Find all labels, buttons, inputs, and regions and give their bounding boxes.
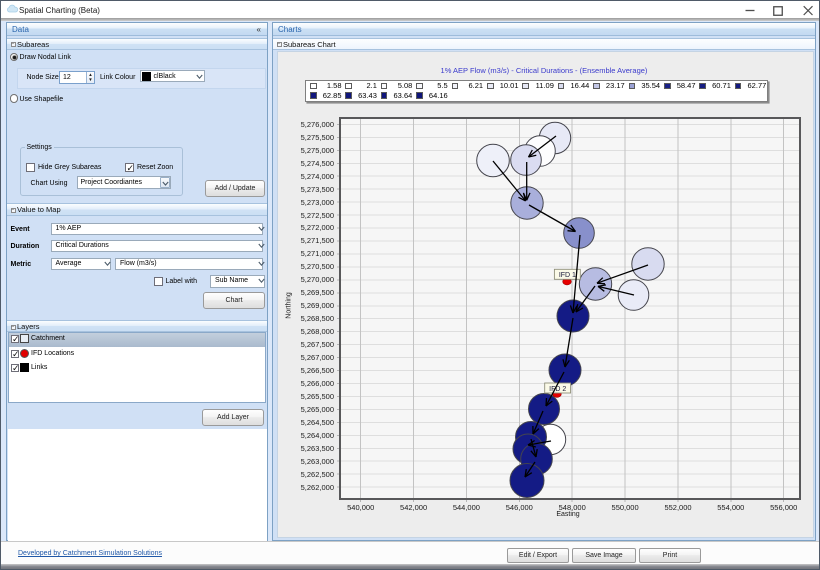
svg-text:IFD 2: IFD 2 [549, 386, 566, 393]
svg-text:IFD 1: IFD 1 [559, 272, 576, 279]
